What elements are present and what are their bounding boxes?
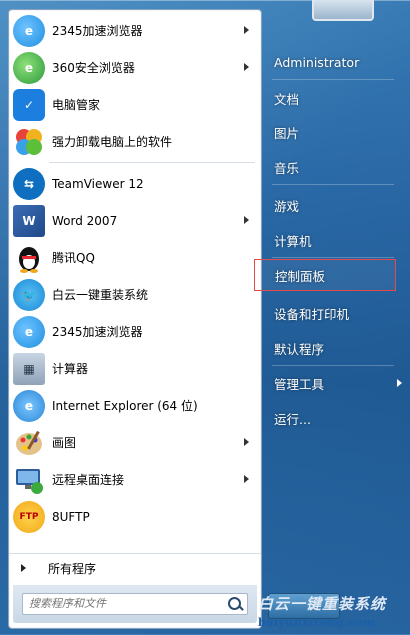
music-link[interactable]: 音乐 [270,154,396,180]
program-label: 白云一键重装系统 [52,288,149,302]
program-item[interactable]: 腾讯QQ [9,239,261,276]
link-label: 文档 [274,91,300,107]
paint-palette-icon [13,427,45,459]
pictures-link[interactable]: 图片 [270,119,396,145]
user-picture[interactable] [312,0,374,21]
separator [272,184,394,185]
search-box[interactable] [22,593,248,615]
teamviewer-icon: ⇆ [13,167,45,200]
separator [272,365,394,366]
user-name-link[interactable]: Administrator [270,49,396,75]
program-item[interactable]: 画图 [9,424,261,461]
start-menu: e 2345加速浏览器 e 360安全浏览器 ✓ 电脑管家 强力卸载电脑上的软件 [0,0,410,631]
ftp-face-icon: FTP [13,500,45,533]
bird-icon: 🐦 [13,278,45,311]
remote-desktop-icon [13,464,45,496]
submenu-arrow-icon [244,63,249,71]
run-link[interactable]: 运行... [270,405,396,431]
program-label: 电脑管家 [52,98,101,112]
link-label: 音乐 [274,160,300,176]
calculator-icon: ▦ [13,352,45,385]
separator [272,257,394,258]
program-label: 远程桌面连接 [52,473,125,487]
program-label: 2345加速浏览器 [52,325,143,339]
games-link[interactable]: 游戏 [270,192,396,218]
program-label: 2345加速浏览器 [52,24,143,38]
submenu-arrow-icon [244,216,249,224]
devices-printers-link[interactable]: 设备和打印机 [270,300,396,326]
ie-icon: e [13,389,45,422]
link-label: 管理工具 [274,376,325,392]
link-label: 控制面板 [275,268,326,284]
expand-arrow-icon [21,564,26,572]
link-label: 运行... [274,411,311,427]
shield-guard-icon: ✓ [13,88,45,121]
program-label: Word 2007 [52,213,118,228]
program-item[interactable]: ⇆ TeamViewer 12 [9,165,261,202]
qq-penguin-icon [13,242,45,274]
program-label: TeamViewer 12 [52,176,144,191]
program-item[interactable]: 强力卸载电脑上的软件 [9,123,261,160]
link-label: 图片 [274,125,300,141]
program-item[interactable]: e Internet Explorer (64 位) [9,387,261,424]
program-item[interactable]: e 2345加速浏览器 [9,12,261,49]
program-label: Internet Explorer (64 位) [52,399,198,413]
program-item[interactable]: ✓ 电脑管家 [9,86,261,123]
program-label: 8UFTP [52,509,90,524]
browser-2345-icon: e [13,14,45,47]
submenu-arrow-icon [397,379,402,387]
program-item[interactable]: e 2345加速浏览器 [9,313,261,350]
program-label: 腾讯QQ [52,251,95,265]
program-label: 360安全浏览器 [52,61,135,75]
program-list: e 2345加速浏览器 e 360安全浏览器 ✓ 电脑管家 强力卸载电脑上的软件 [9,12,261,535]
browser-2345-icon: e [13,315,45,348]
watermark-title: 白云一键重装系统 [258,595,387,613]
watermark-url: baiyunxitong.com [258,616,376,629]
link-label: 游戏 [274,198,300,214]
system-links-pane: Administrator 文档 图片 音乐 游戏 计算机 控制面板 设备和打印… [254,0,410,635]
search-input[interactable] [23,594,225,612]
documents-link[interactable]: 文档 [270,85,396,111]
program-item[interactable]: FTP 8UFTP [9,498,261,535]
word-icon: W [13,204,45,237]
link-label: 设备和打印机 [274,306,350,322]
separator [272,79,394,80]
program-item[interactable]: W Word 2007 [9,202,261,239]
all-programs-button[interactable]: 所有程序 [9,553,261,582]
programs-pane: e 2345加速浏览器 e 360安全浏览器 ✓ 电脑管家 强力卸载电脑上的软件 [8,9,262,629]
program-item[interactable]: 🐦 白云一键重装系统 [9,276,261,313]
program-label: 画图 [52,436,77,450]
admin-tools-link[interactable]: 管理工具 [270,370,402,396]
link-label: 计算机 [274,233,312,249]
all-programs-label: 所有程序 [48,561,97,576]
program-item[interactable]: 远程桌面连接 [9,461,261,498]
program-item[interactable]: e 360安全浏览器 [9,49,261,86]
separator [49,162,255,163]
clover-uninstall-icon [13,126,45,158]
browser-360-icon: e [13,51,45,84]
control-panel-link[interactable]: 控制面板 [254,259,396,291]
submenu-arrow-icon [244,438,249,446]
program-label: 计算器 [52,362,89,376]
watermark-logo: 白云一键重装系统 baiyunxitong.com [258,593,408,633]
search-bar-area [13,585,257,623]
default-programs-link[interactable]: 默认程序 [270,335,396,361]
submenu-arrow-icon [244,475,249,483]
program-label: 强力卸载电脑上的软件 [52,135,173,149]
link-label: 默认程序 [274,341,325,357]
submenu-arrow-icon [244,26,249,34]
search-icon[interactable] [228,597,241,610]
program-item[interactable]: ▦ 计算器 [9,350,261,387]
computer-link[interactable]: 计算机 [270,227,396,253]
